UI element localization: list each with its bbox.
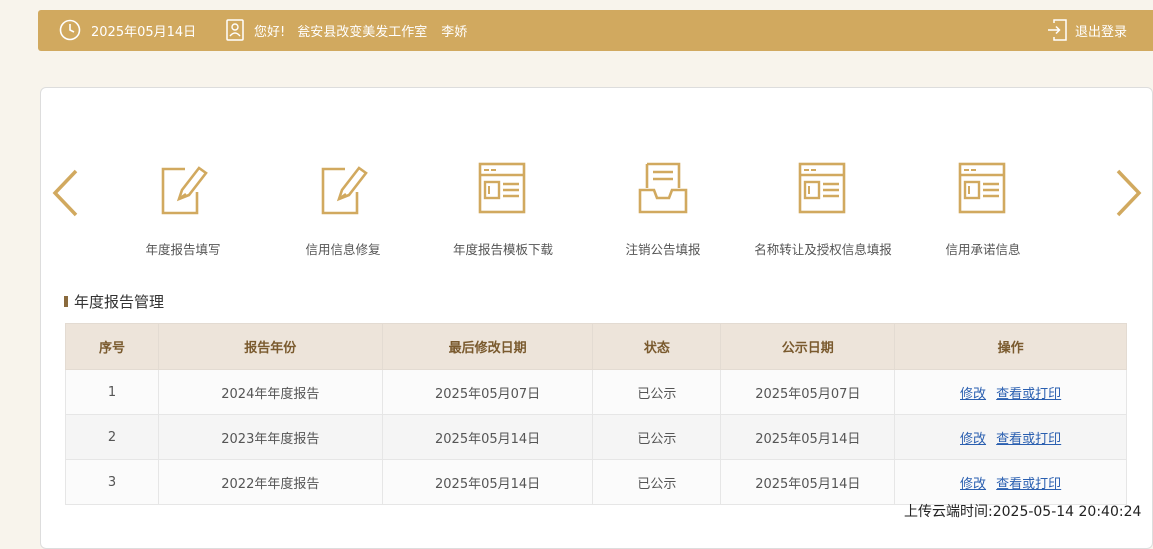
cell-no: 2 (65, 414, 159, 460)
col-header: 公示日期 (720, 323, 896, 370)
cell-published: 2025年05月14日 (720, 414, 896, 460)
view-print-link[interactable]: 查看或打印 (996, 432, 1061, 447)
user-name: 李娇 (441, 24, 468, 40)
edit-link[interactable]: 修改 (960, 432, 986, 447)
cell-no: 1 (65, 369, 159, 415)
date-display: 2025年05月14日 (59, 19, 196, 41)
carousel-next-button[interactable] (1113, 168, 1143, 218)
logout-button[interactable]: 退出登录 (1047, 19, 1127, 41)
chevron-right-icon (1116, 169, 1142, 217)
func-credit-repair[interactable]: 信用信息修复 (263, 160, 423, 258)
clock-icon (59, 19, 81, 41)
func-credit-commitment[interactable]: 信用承诺信息 (903, 160, 1063, 258)
edit-link[interactable]: 修改 (960, 387, 986, 402)
cell-actions: 修改 查看或打印 (894, 459, 1127, 505)
chevron-left-icon (52, 169, 78, 217)
edit-icon (321, 166, 368, 215)
func-template-download[interactable]: 年度报告模板下载 (423, 160, 583, 258)
cell-status: 已公示 (592, 369, 722, 415)
document-icon (478, 162, 526, 214)
edit-link[interactable]: 修改 (960, 477, 986, 492)
upload-time: 上传云端时间:2025-05-14 20:40:24 (904, 504, 1142, 520)
func-name-transfer[interactable]: 名称转让及授权信息填报 (743, 160, 903, 258)
section-title: 年度报告管理 (64, 291, 164, 312)
func-label: 信用信息修复 (305, 242, 381, 257)
table-row: 2 2023年年度报告 2025年05月14日 已公示 2025年05月14日 … (65, 414, 1127, 460)
cell-published: 2025年05月14日 (720, 459, 896, 505)
logout-label: 退出登录 (1075, 24, 1128, 40)
col-header: 状态 (592, 323, 722, 370)
func-label: 年度报告模板下载 (452, 242, 553, 257)
section-title-text: 年度报告管理 (74, 293, 165, 311)
func-annual-report-fill[interactable]: 年度报告填写 (103, 160, 263, 258)
func-label: 注销公告填报 (625, 242, 701, 257)
current-date: 2025年05月14日 (91, 24, 197, 40)
cell-modified: 2025年05月14日 (381, 459, 594, 505)
cell-modified: 2025年05月14日 (381, 414, 594, 460)
cell-no: 3 (65, 459, 159, 505)
table-header-row: 序号 报告年份 最后修改日期 状态 公示日期 操作 (65, 323, 1127, 370)
func-cancellation-notice[interactable]: 注销公告填报 (583, 160, 743, 258)
greeting-text: 您好! (254, 24, 286, 40)
cell-status: 已公示 (592, 459, 722, 505)
inbox-icon (638, 162, 688, 214)
view-print-link[interactable]: 查看或打印 (996, 477, 1061, 492)
top-bar: 2025年05月14日 您好! 瓮安县改变美发工作室 李娇 退出登录 (38, 10, 1153, 51)
title-marker (64, 296, 68, 307)
cell-modified: 2025年05月07日 (381, 369, 594, 415)
cell-year: 2024年年度报告 (157, 369, 383, 415)
user-info: 您好! 瓮安县改变美发工作室 李娇 (226, 19, 467, 41)
user-card-icon (226, 19, 244, 41)
func-label: 信用承诺信息 (945, 242, 1021, 257)
func-label: 年度报告填写 (145, 242, 221, 257)
func-label: 名称转让及授权信息填报 (754, 242, 892, 257)
cell-year: 2022年年度报告 (157, 459, 383, 505)
document-icon (798, 162, 846, 214)
table-row: 1 2024年年度报告 2025年05月07日 已公示 2025年05月07日 … (65, 369, 1127, 415)
main-panel: 年度报告填写 信用信息修复 年度报告模板下载 注销公告填报 名称转让及授权信息填… (40, 87, 1153, 549)
cell-published: 2025年05月07日 (720, 369, 896, 415)
cell-year: 2023年年度报告 (157, 414, 383, 460)
view-print-link[interactable]: 查看或打印 (996, 387, 1061, 402)
cell-actions: 修改 查看或打印 (894, 414, 1127, 460)
col-header: 操作 (894, 323, 1127, 370)
table-row: 3 2022年年度报告 2025年05月14日 已公示 2025年05月14日 … (65, 459, 1127, 505)
col-header: 序号 (65, 323, 159, 370)
logout-icon (1048, 19, 1067, 41)
carousel-prev-button[interactable] (51, 168, 81, 218)
cell-actions: 修改 查看或打印 (894, 369, 1127, 415)
col-header: 最后修改日期 (381, 323, 594, 370)
col-header: 报告年份 (157, 323, 383, 370)
edit-icon (161, 166, 208, 215)
annual-report-table: 序号 报告年份 最后修改日期 状态 公示日期 操作 1 2024年年度报告 20… (65, 323, 1127, 505)
cell-status: 已公示 (592, 414, 722, 460)
company-name: 瓮安县改变美发工作室 (297, 24, 428, 40)
document-icon (958, 162, 1006, 214)
